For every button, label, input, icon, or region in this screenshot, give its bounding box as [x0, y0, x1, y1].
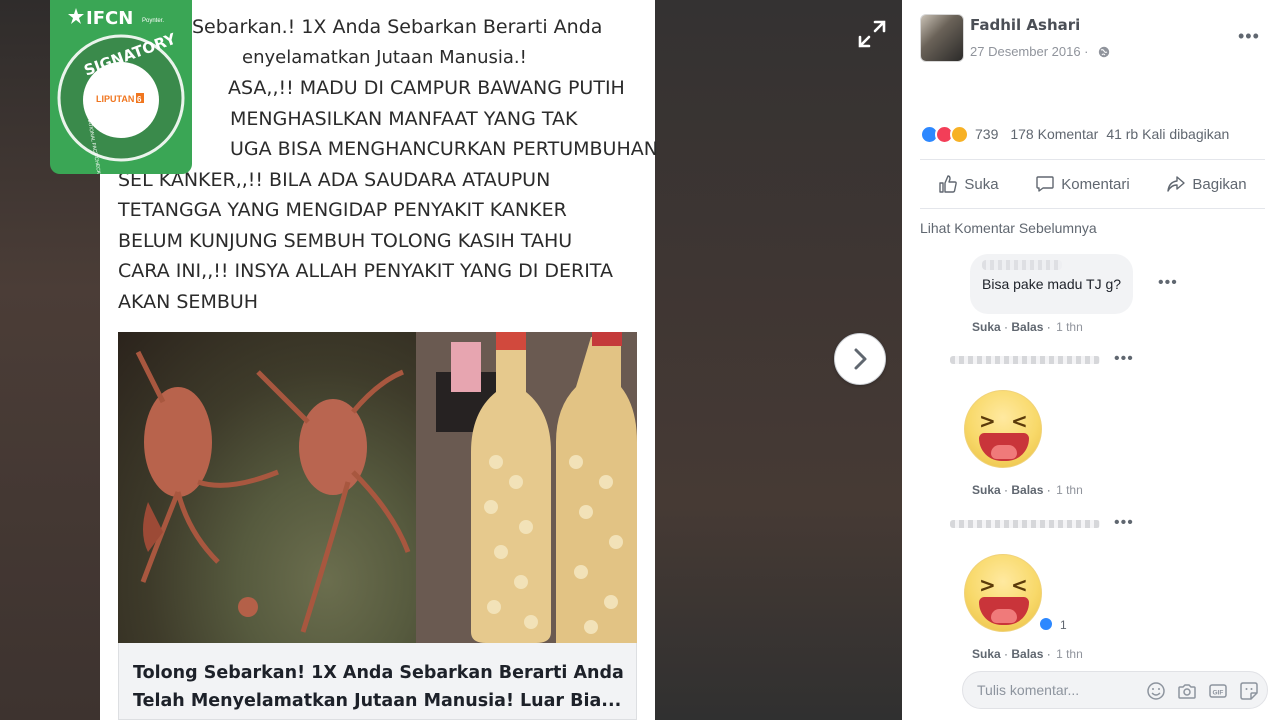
share-count[interactable]: 41 rb Kali dibagikan	[1106, 126, 1229, 142]
emoji-icon[interactable]	[1146, 681, 1166, 701]
comment-input[interactable]: Tulis komentar... GIF	[962, 671, 1268, 709]
image-collage	[118, 332, 637, 643]
current-user-avatar	[922, 672, 954, 704]
author-avatar[interactable]	[920, 14, 964, 62]
post-text-line: enyelamatkan Jutaan Manusia.!	[242, 46, 527, 68]
laughing-sticker: > <	[964, 390, 1042, 468]
gif-icon[interactable]: GIF	[1208, 681, 1228, 701]
post-text-line: ASA,,!! MADU DI CAMPUR BAWANG PUTIH	[228, 77, 625, 99]
link-preview[interactable]: Tolong Sebarkan! 1X Anda Sebarkan Berart…	[118, 643, 637, 720]
comment-count[interactable]: 178 Komentar	[1010, 126, 1098, 142]
camera-icon[interactable]	[1177, 681, 1197, 701]
comment-icon	[1036, 176, 1054, 192]
post-text-line: CARA INI,,!! INSYA ALLAH PENYAKIT YANG D…	[118, 260, 613, 282]
post-text-line: MENGHASILKAN MANFAAT YANG TAK	[230, 107, 578, 130]
haha-reaction-icon	[950, 124, 969, 144]
cancer-cell-photo	[118, 332, 416, 643]
comment-text: Bisa pake madu TJ g?	[982, 276, 1122, 292]
comment-like-link[interactable]: Suka	[972, 483, 1001, 497]
post-text-line: UGA BISA MENGHANCURKAN PERTUMBUHAN	[230, 138, 658, 160]
comment: ••• > < Suka · Balas · 1 thn	[920, 350, 1265, 500]
globe-icon	[1098, 46, 1110, 58]
ifcn-signatory-badge: IFCN Poynter. SIGNATORY LIPUTAN 6 INTERN…	[50, 0, 192, 174]
comment-reaction-count[interactable]: 1	[1060, 618, 1067, 632]
post-text-line: AKAN SEMBUH	[118, 290, 259, 313]
post-text-line: Sebarkan.! 1X Anda Sebarkan Berarti Anda	[192, 16, 603, 38]
svg-text:GIF: GIF	[1213, 690, 1224, 697]
svg-text:IFCN: IFCN	[86, 8, 133, 29]
commenter-avatar[interactable]	[922, 256, 958, 292]
commenter-name-redacted	[982, 260, 1062, 270]
share-icon	[1167, 176, 1186, 192]
comment-meta: Suka · Balas · 1 thn	[972, 320, 1083, 334]
view-previous-comments-link[interactable]: Lihat Komentar Sebelumnya	[920, 220, 1097, 236]
commenter-name-redacted	[950, 520, 1100, 528]
comment: ••• > < 1 Suka · Balas · 1 thn	[920, 514, 1265, 664]
comment-time[interactable]: 1 thn	[1056, 647, 1083, 661]
svg-text:LIPUTAN: LIPUTAN	[96, 94, 134, 104]
comment-reply-link[interactable]: Balas	[1011, 320, 1043, 334]
photo-viewer: Sebarkan.! 1X Anda Sebarkan Berarti Anda…	[0, 0, 902, 720]
comment-bubble: Bisa pake madu TJ g?	[970, 254, 1134, 314]
comment: Bisa pake madu TJ g? ••• Suka · Balas · …	[920, 252, 1265, 342]
comment-input-placeholder: Tulis komentar...	[977, 682, 1080, 698]
post-image-text: Sebarkan.! 1X Anda Sebarkan Berarti Anda…	[118, 12, 658, 317]
comment-like-link[interactable]: Suka	[972, 647, 1001, 661]
share-button-label: Bagikan	[1192, 175, 1247, 193]
comment-options-icon[interactable]: •••	[1158, 274, 1178, 292]
svg-text:6: 6	[137, 95, 142, 104]
like-reaction-icon	[1038, 616, 1054, 632]
sticker-icon[interactable]	[1239, 681, 1259, 701]
link-preview-title: Tolong Sebarkan! 1X Anda Sebarkan Berart…	[133, 663, 624, 683]
svg-text:Poynter.: Poynter.	[142, 18, 164, 24]
author-name[interactable]: Fadhil Ashari	[970, 16, 1080, 34]
comment-reply-link[interactable]: Balas	[1011, 483, 1043, 497]
post-side-panel: Fadhil Ashari 27 Desember 2016 · ••• 739…	[902, 0, 1280, 720]
divider	[920, 208, 1265, 209]
comment-meta: Suka · Balas · 1 thn	[972, 483, 1083, 497]
comment-like-link[interactable]: Suka	[972, 320, 1001, 334]
reaction-summary[interactable]: 739 178 Komentar 41 rb Kali dibagikan	[920, 118, 1265, 150]
more-horizontal-icon[interactable]: •••	[1238, 26, 1260, 47]
post-actions: Suka Komentari Bagikan	[920, 160, 1265, 208]
like-button[interactable]: Suka	[938, 174, 999, 194]
comment-meta: Suka · Balas · 1 thn	[972, 647, 1083, 661]
composer-tools: GIF	[1146, 681, 1259, 701]
comment-options-icon[interactable]: •••	[1114, 350, 1134, 368]
comment-options-icon[interactable]: •••	[1114, 514, 1134, 532]
next-photo-button[interactable]	[834, 333, 886, 385]
link-preview-title: Telah Menyelamatkan Jutaan Manusia! Luar…	[133, 691, 622, 711]
comment-time[interactable]: 1 thn	[1056, 320, 1083, 334]
comment-reply-link[interactable]: Balas	[1011, 647, 1043, 661]
chevron-right-icon	[854, 348, 867, 370]
comment-button[interactable]: Komentari	[1035, 174, 1130, 194]
laughing-sticker: > <	[964, 554, 1042, 632]
garlic-honey-bottles-photo	[416, 332, 637, 643]
comment-composer: Tulis komentar... GIF	[920, 668, 1268, 712]
comment-button-label: Komentari	[1061, 175, 1130, 193]
post-text-line: SEL KANKER,,!! BILA ADA SAUDARA ATAUPUN	[118, 168, 551, 191]
post-text-line: TETANGGA YANG MENGIDAP PENYAKIT KANKER	[118, 199, 567, 221]
comment-time[interactable]: 1 thn	[1056, 483, 1083, 497]
reaction-count: 739	[975, 126, 999, 142]
thumbs-up-icon	[939, 175, 958, 193]
expand-icon[interactable]	[856, 18, 888, 50]
share-button[interactable]: Bagikan	[1166, 174, 1247, 194]
commenter-name-redacted	[950, 356, 1100, 364]
post-date[interactable]: 27 Desember 2016 ·	[970, 44, 1089, 59]
post-text-line: BELUM KUNJUNG SEMBUH TOLONG KASIH TAHU	[118, 229, 573, 252]
like-button-label: Suka	[964, 175, 999, 193]
